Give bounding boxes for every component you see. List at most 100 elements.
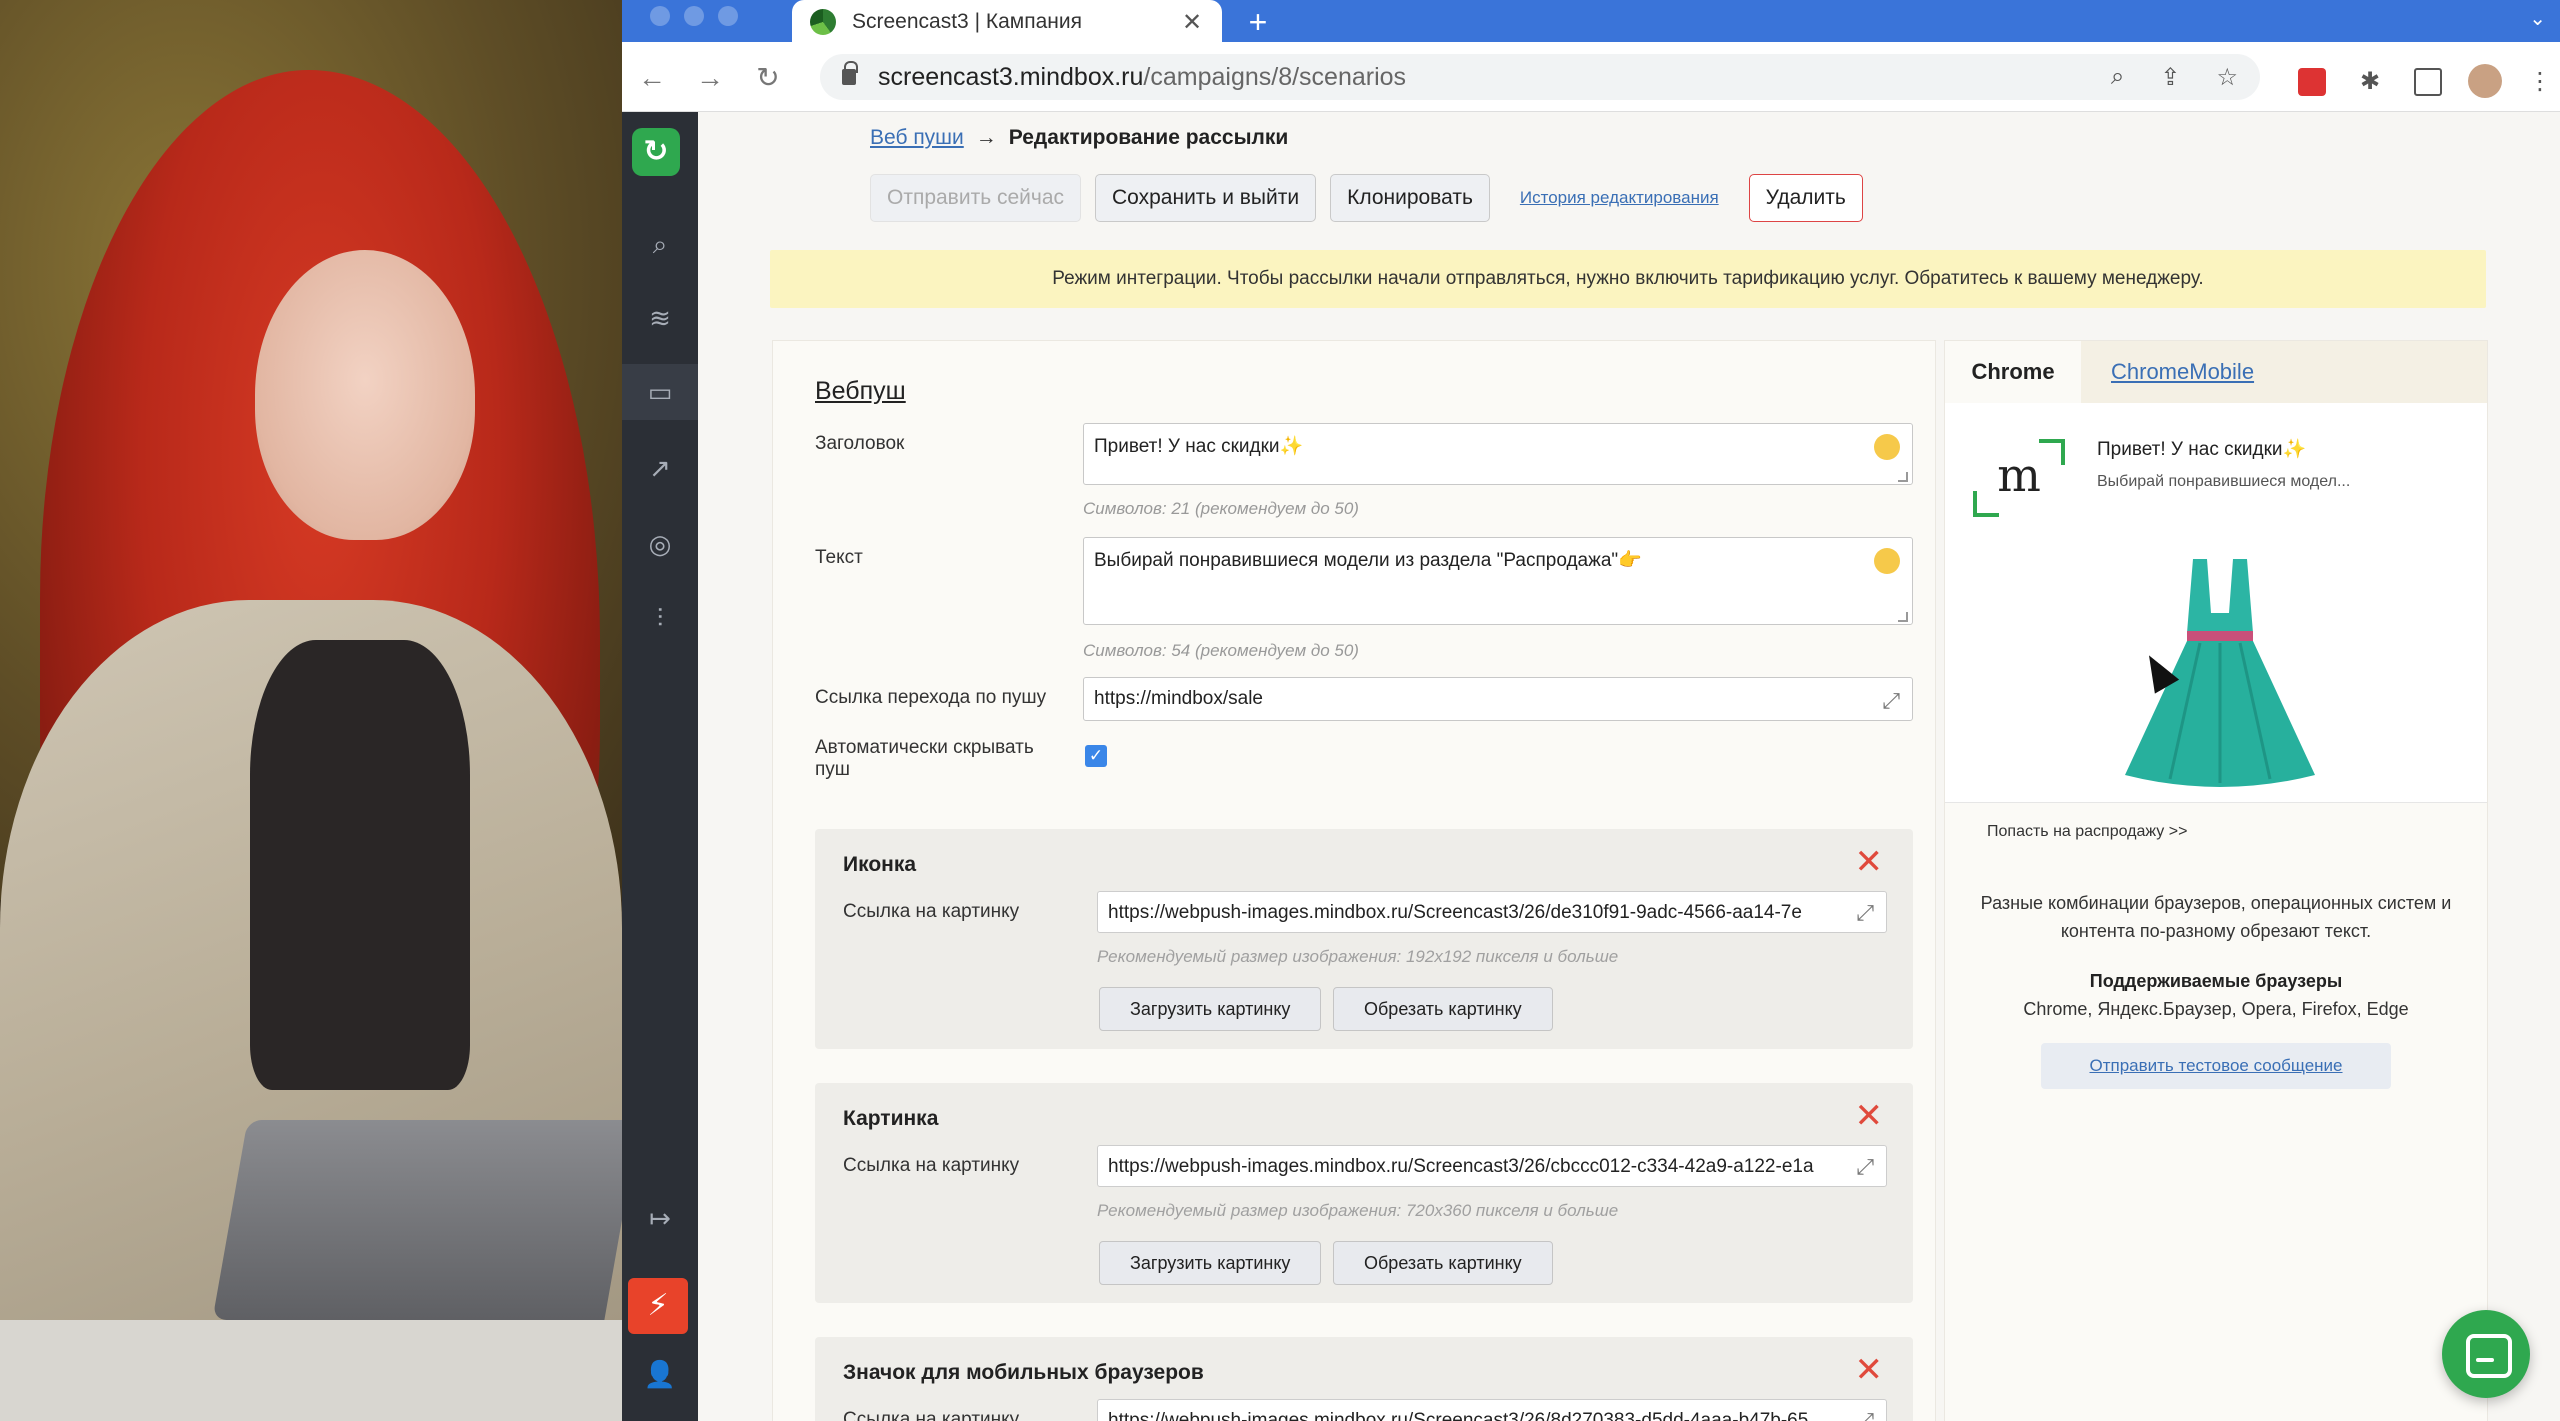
search-icon[interactable]: ⌕ xyxy=(622,216,698,272)
extensions-puzzle-icon[interactable]: ✱ xyxy=(2356,68,2384,96)
bookmark-star-icon[interactable]: ☆ xyxy=(2216,63,2238,92)
forward-arrow-icon[interactable]: → xyxy=(694,62,726,94)
crop-icon-button[interactable]: Обрезать картинку xyxy=(1333,987,1553,1031)
emoji-picker-icon[interactable] xyxy=(1874,434,1900,460)
laptop xyxy=(212,1120,622,1320)
resize-handle-icon[interactable] xyxy=(1898,472,1908,482)
expand-arrows-icon[interactable]: ⤢ xyxy=(1856,1408,1874,1421)
campaigns-briefcase-icon[interactable]: ▭ xyxy=(622,364,698,420)
delete-button[interactable]: Удалить xyxy=(1748,174,1863,222)
settings-sliders-icon[interactable]: ⫶ xyxy=(622,590,698,646)
text-input[interactable]: Выбирай понравившиеся модели из раздела … xyxy=(1083,537,1913,625)
edit-history-link[interactable]: История редактирования xyxy=(1504,188,1735,208)
presenter-webcam xyxy=(0,0,622,1421)
mobile-badge-url-value: https://webpush-images.mindbox.ru/Screen… xyxy=(1108,1410,1809,1421)
zoom-icon[interactable]: ⌕ xyxy=(2111,63,2124,92)
mobile-badge-title: Значок для мобильных браузеров xyxy=(843,1361,1204,1384)
tab-title: Screencast3 | Кампания xyxy=(852,10,1082,33)
icon-section-title: Иконка xyxy=(843,853,917,876)
autohide-checkbox[interactable]: ✓ xyxy=(1085,745,1107,767)
mobile-badge-url-input[interactable]: https://webpush-images.mindbox.ru/Screen… xyxy=(1097,1399,1887,1421)
resize-handle-icon[interactable] xyxy=(1898,612,1908,622)
webpush-form: Вебпуш Заголовок Привет! У нас скидки✨ С… xyxy=(772,340,1936,1421)
notification-action-link[interactable]: Попасть на распродажу >> xyxy=(1987,823,2187,841)
lightning-bolt-icon[interactable]: ⚡ xyxy=(628,1278,688,1334)
address-bar[interactable]: screencast3.mindbox.ru/campaigns/8/scena… xyxy=(820,54,2260,100)
share-icon[interactable]: ⇪ xyxy=(2160,63,2180,92)
browser-menu-icon[interactable]: ⋮ xyxy=(2528,68,2556,96)
tab-close-icon[interactable]: ✕ xyxy=(1180,8,1204,37)
notification-body: Выбирай понравившиеся модел... xyxy=(2097,473,2351,490)
icon-url-input[interactable]: https://webpush-images.mindbox.ru/Screen… xyxy=(1097,891,1887,933)
upload-image-button[interactable]: Загрузить картинку xyxy=(1099,1241,1322,1285)
supported-browsers-heading: Поддерживаемые браузеры xyxy=(2089,971,2343,991)
link-label: Ссылка перехода по пушу xyxy=(815,687,1047,708)
title-label: Заголовок xyxy=(815,433,905,454)
window-close-dot[interactable] xyxy=(650,6,670,26)
layers-icon[interactable]: ≋ xyxy=(622,290,698,346)
expand-arrows-icon[interactable]: ⤢ xyxy=(1856,900,1874,926)
notification-preview: m Привет! У нас скидки✨ Выбирай понравив… xyxy=(1945,403,2487,803)
reload-icon[interactable]: ↻ xyxy=(752,62,784,94)
extension-red-icon[interactable] xyxy=(2298,68,2326,96)
breadcrumb-arrow: → xyxy=(975,126,997,149)
mobile-badge-section: Значок для мобильных браузеров ✕ Ссылка … xyxy=(815,1337,1913,1421)
tab-strip: Screencast3 | Кампания ✕ + ⌄ xyxy=(622,0,2560,44)
desk xyxy=(0,1320,622,1421)
form-heading: Вебпуш xyxy=(815,377,906,405)
image-size-hint: Рекомендуемый размер изображения: 720x36… xyxy=(1097,1201,1619,1220)
browser-toolbar: ← → ↻ screencast3.mindbox.ru/campaigns/8… xyxy=(622,42,2560,112)
icon-url-value: https://webpush-images.mindbox.ru/Screen… xyxy=(1108,902,1802,923)
emoji-picker-icon[interactable] xyxy=(1874,548,1900,574)
save-exit-button[interactable]: Сохранить и выйти xyxy=(1095,174,1317,222)
mindbox-logo[interactable]: ↻ xyxy=(632,128,680,176)
expand-arrows-icon[interactable]: ⤢ xyxy=(1856,1154,1874,1180)
image-url-input[interactable]: https://webpush-images.mindbox.ru/Screen… xyxy=(1097,1145,1887,1187)
remove-image-close-icon[interactable]: ✕ xyxy=(1855,1099,1884,1133)
analytics-trend-icon[interactable]: ↗ xyxy=(622,440,698,496)
preview-panel: Chrome ChromeMobile m Привет! У нас скид… xyxy=(1944,340,2488,1421)
browser-tab[interactable]: Screencast3 | Кампания ✕ xyxy=(792,0,1222,44)
remove-mobile-badge-close-icon[interactable]: ✕ xyxy=(1855,1353,1884,1387)
preview-tabs: Chrome ChromeMobile xyxy=(1945,341,2487,403)
image-section-title: Картинка xyxy=(843,1107,939,1130)
user-profile-icon[interactable]: 👤 xyxy=(622,1346,698,1402)
expand-sidebar-icon[interactable]: ↦ xyxy=(622,1190,698,1246)
mobile-badge-url-label: Ссылка на картинку xyxy=(843,1409,1020,1421)
send-test-button[interactable]: Отправить тестовое сообщение xyxy=(2041,1043,2391,1089)
upload-icon-button[interactable]: Загрузить картинку xyxy=(1099,987,1322,1031)
image-url-label: Ссылка на картинку xyxy=(843,1155,1020,1176)
url-host: screencast3.mindbox.ru xyxy=(878,62,1144,91)
url-path: /campaigns/8/scenarios xyxy=(1143,62,1407,91)
text-label: Текст xyxy=(815,547,863,568)
supported-browsers-list: Chrome, Яндекс.Браузер, Opera, Firefox, … xyxy=(2023,999,2409,1019)
presenter-face xyxy=(255,250,475,540)
title-input[interactable]: Привет! У нас скидки✨ xyxy=(1083,423,1913,485)
tab-chrome[interactable]: Chrome xyxy=(1945,341,2081,403)
icon-size-hint: Рекомендуемый размер изображения: 192x19… xyxy=(1097,947,1619,966)
breadcrumb: Веб пуши → Редактирование рассылки xyxy=(870,126,1288,150)
autohide-label: Автоматически скрывать пуш xyxy=(815,737,1034,780)
profile-avatar[interactable] xyxy=(2468,64,2502,98)
expand-arrows-icon[interactable]: ⤢ xyxy=(1882,688,1900,714)
tab-chrome-mobile[interactable]: ChromeMobile xyxy=(2111,341,2254,403)
link-input[interactable]: https://mindbox/sale ⤢ xyxy=(1083,677,1913,721)
new-tab-button[interactable]: + xyxy=(1240,4,1276,40)
window-zoom-dot[interactable] xyxy=(718,6,738,26)
text-char-count: Символов: 54 (рекомендуем до 50) xyxy=(1083,641,1359,660)
title-input-value: Привет! У нас скидки✨ xyxy=(1094,436,1304,457)
globe-icon[interactable]: ◎ xyxy=(622,516,698,572)
send-now-button[interactable]: Отправить сейчас xyxy=(870,174,1081,222)
window-minimize-dot[interactable] xyxy=(684,6,704,26)
tab-search-chevron-icon[interactable]: ⌄ xyxy=(2529,6,2546,31)
crop-image-button[interactable]: Обрезать картинку xyxy=(1333,1241,1553,1285)
image-url-value: https://webpush-images.mindbox.ru/Screen… xyxy=(1108,1156,1814,1177)
clone-button[interactable]: Клонировать xyxy=(1330,174,1490,222)
side-panel-icon[interactable] xyxy=(2414,68,2442,96)
back-arrow-icon[interactable]: ← xyxy=(636,62,668,94)
mindbox-m-logo: m xyxy=(1973,439,2065,517)
breadcrumb-webpush-link[interactable]: Веб пуши xyxy=(870,126,964,150)
presenter-shirt xyxy=(250,640,470,1090)
chat-support-button[interactable] xyxy=(2442,1310,2530,1398)
remove-icon-close-icon[interactable]: ✕ xyxy=(1855,845,1884,879)
